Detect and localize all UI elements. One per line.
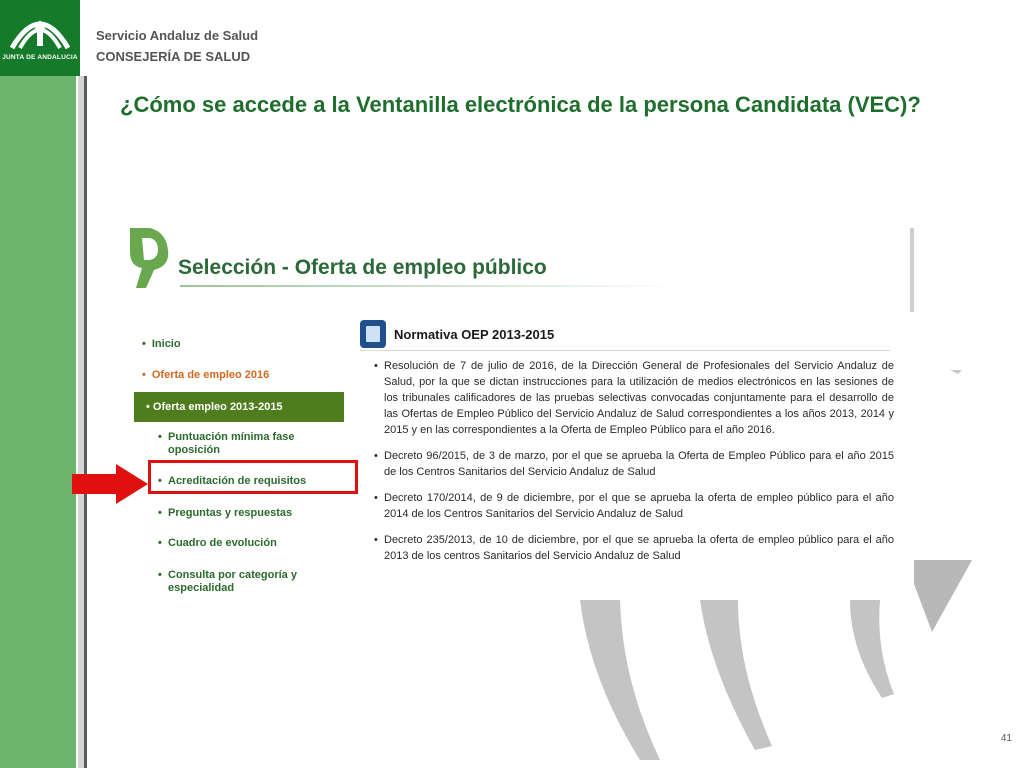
- embedded-screenshot: Selección - Oferta de empleo público • In…: [128, 228, 914, 600]
- page-number: 41: [1000, 733, 1012, 744]
- logo-caption: JUNTA DE ANDALUCIA: [2, 54, 78, 61]
- nav-sub-item-label: Consulta por categoría y especialidad: [168, 569, 297, 594]
- normativa-title: Normativa OEP 2013-2015: [394, 327, 555, 342]
- nav-sub-item-preguntas[interactable]: • Preguntas y respuestas: [158, 507, 293, 520]
- divider-line: [84, 76, 87, 768]
- org-name: Servicio Andaluz de Salud: [96, 28, 259, 43]
- junta-logo: JUNTA DE ANDALUCIA: [0, 0, 80, 76]
- junta-emblem-icon: [9, 20, 71, 50]
- nav-sub-item-label: Puntuación mínima fase oposición: [168, 431, 295, 456]
- screenshot-heading: Selección - Oferta de empleo público: [178, 256, 547, 279]
- nav-item-inicio[interactable]: • Inicio: [142, 338, 181, 351]
- nav-sub-item-cuadro[interactable]: • Cuadro de evolución: [158, 537, 277, 550]
- normativa-list: Resolución de 7 de julio de 2016, de la …: [374, 358, 894, 574]
- normativa-item[interactable]: Resolución de 7 de julio de 2016, de la …: [374, 358, 894, 438]
- org-department: CONSEJERÍA DE SALUD: [96, 49, 251, 64]
- highlight-box: [148, 460, 358, 494]
- nav-item-label: Oferta de empleo 2016: [151, 369, 270, 381]
- normativa-item[interactable]: Decreto 170/2014, de 9 de diciembre, por…: [374, 490, 894, 522]
- nav-sub-item-label: Preguntas y respuestas: [168, 507, 293, 519]
- nav-item-oferta-2016[interactable]: • Oferta de empleo 2016: [142, 369, 269, 382]
- arrow-right-icon: [72, 464, 148, 504]
- nav-sub-item-label: Cuadro de evolución: [168, 537, 277, 549]
- slide-title: ¿Cómo se accede a la Ventanilla electrón…: [120, 92, 921, 117]
- nav-item-oferta-2013-2015[interactable]: • Oferta empleo 2013-2015: [134, 392, 344, 422]
- normativa-item[interactable]: Decreto 96/2015, de 3 de marzo, por el q…: [374, 448, 894, 480]
- normativa-header: Normativa OEP 2013-2015: [360, 320, 890, 351]
- heading-underline: [180, 285, 680, 287]
- nav-sub-item-puntuacion[interactable]: • Puntuación mínima fase oposición: [158, 431, 338, 457]
- nav-item-label: Inicio: [151, 338, 181, 350]
- nav-item-label: Oferta empleo 2013-2015: [152, 401, 283, 413]
- left-green-band: [0, 0, 76, 768]
- document-icon: [360, 320, 386, 348]
- nav-sub-item-consulta[interactable]: • Consulta por categoría y especialidad: [158, 569, 328, 595]
- normativa-item[interactable]: Decreto 235/2013, de 10 de diciembre, po…: [374, 532, 894, 564]
- screenshot-edge: [910, 228, 914, 312]
